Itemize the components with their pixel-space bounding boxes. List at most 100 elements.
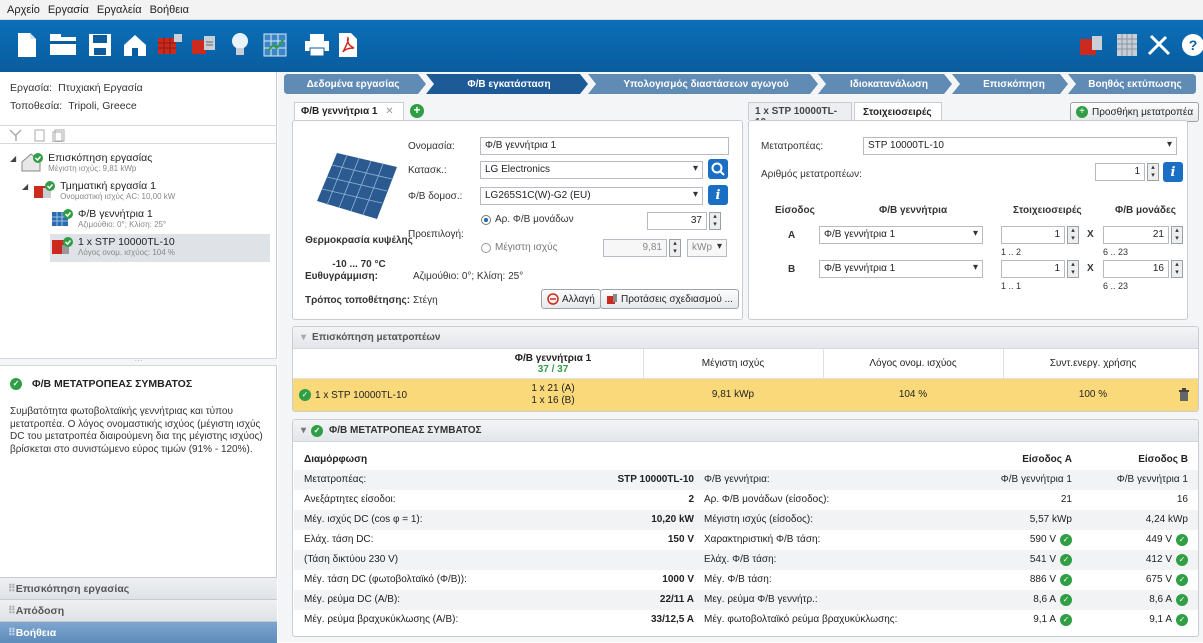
search-button[interactable] bbox=[708, 159, 728, 179]
inverter-select[interactable]: STP 10000TL-10 bbox=[863, 137, 1177, 155]
input-a-modules-stepper[interactable]: ▴ ▾ bbox=[1171, 226, 1183, 244]
sub-project-icon bbox=[34, 181, 56, 198]
inverter-overview-header[interactable]: ▾ Επισκόπηση μετατροπέων bbox=[293, 327, 1198, 349]
lightbulb-icon[interactable] bbox=[225, 30, 255, 60]
tab-cable-sizing[interactable]: Υπολογισμός διαστάσεων αγωγού bbox=[596, 75, 816, 93]
tools-icon[interactable] bbox=[1144, 30, 1174, 60]
grid-icon[interactable] bbox=[260, 30, 290, 60]
strings-tab[interactable]: Στοιχειοσειρές bbox=[854, 102, 942, 121]
pdf-icon[interactable] bbox=[333, 30, 363, 60]
input-b-strings-field[interactable]: 1 bbox=[1001, 260, 1065, 278]
pv-array-icon[interactable] bbox=[155, 30, 185, 60]
tree-item-inverter[interactable]: 1 x STP 10000TL-10 Λόγος ονομ. ισχύος: 10… bbox=[50, 234, 270, 262]
shop-icon[interactable] bbox=[1076, 30, 1106, 60]
alignment-label: Ευθυγράμμιση: bbox=[305, 271, 378, 282]
overview-col-power: Μέγιστη ισχύς bbox=[701, 358, 765, 369]
project-home-icon[interactable] bbox=[120, 30, 150, 60]
accordion-label: Απόδοση bbox=[15, 605, 65, 617]
add-pv-icon[interactable]: + bbox=[410, 104, 424, 118]
power-unit-select[interactable]: kWp bbox=[687, 239, 727, 257]
work-value: Πτυχιακή Εργασία bbox=[58, 82, 143, 94]
pv-generator-tab[interactable]: Φ/Β γεννήτρια 1 ✕ bbox=[294, 102, 404, 120]
calculator-icon[interactable] bbox=[1112, 30, 1142, 60]
tab-print-assistant[interactable]: Βοηθός εκτύπωσης bbox=[1076, 75, 1194, 93]
module-count-field[interactable]: 37 bbox=[647, 212, 707, 230]
menu-tools[interactable]: Εργαλεία bbox=[97, 4, 142, 16]
module-info-button[interactable]: i bbox=[708, 185, 728, 205]
tab-self-consumption[interactable]: Ιδιοκατανάλωση bbox=[826, 75, 952, 93]
collapse-icon[interactable]: ◢ bbox=[10, 154, 16, 163]
input-a-strings-stepper[interactable]: ▴ ▾ bbox=[1067, 226, 1079, 244]
accordion-label: Επισκόπηση εργασίας bbox=[15, 583, 130, 595]
details-label: Μέγ. ρεύμα DC (A/B): bbox=[304, 594, 401, 605]
menu-file[interactable]: Αρχείο bbox=[7, 4, 40, 16]
panel-splitter[interactable]: ··· bbox=[0, 357, 277, 366]
menu-help[interactable]: Βοήθεια bbox=[150, 4, 189, 16]
svg-text:?: ? bbox=[1189, 37, 1198, 53]
print-icon[interactable] bbox=[302, 30, 332, 60]
tree-item-project-overview[interactable]: ◢ Επισκόπηση εργασίας Μέγιστη ισχύς: 9,81… bbox=[10, 152, 152, 176]
tree-tools-icon[interactable] bbox=[9, 129, 69, 142]
input-b-strings-stepper[interactable]: ▴ ▾ bbox=[1067, 260, 1079, 278]
module-count-stepper[interactable]: ▴ ▾ bbox=[709, 212, 721, 230]
details-right-label: Αρ. Φ/Β μονάδων (είσοδος): bbox=[704, 494, 830, 505]
accordion-help[interactable]: ⠿Βοήθεια bbox=[0, 621, 277, 643]
details-row: Μέγ. ρεύμα βραχυκύκλωσης (A/B): 33/12,5 A… bbox=[294, 610, 1198, 630]
max-power-stepper[interactable]: ▴ ▾ bbox=[669, 239, 681, 257]
overview-inverter-row[interactable]: ✓ 1 x STP 10000TL-10 1 x 21 (A) 1 x 16 (B)… bbox=[293, 379, 1198, 411]
tab-project-data[interactable]: Δεδομένα εργασίας bbox=[288, 75, 418, 93]
add-inverter-button[interactable]: + Προσθήκη μετατροπέα bbox=[1070, 102, 1200, 122]
inverter-tab[interactable]: 1 x STP 10000TL-10 bbox=[748, 102, 852, 128]
input-b-modules-stepper[interactable]: ▴ ▾ bbox=[1171, 260, 1183, 278]
details-input-a-value: 541 V bbox=[1029, 554, 1056, 565]
compatibility-header[interactable]: ▾ ✓ Φ/Β ΜΕΤΑΤΡΟΠΕΑΣ ΣΥΜΒΑΤΟΣ bbox=[293, 420, 1198, 442]
new-file-icon[interactable] bbox=[12, 30, 42, 60]
tree-overview-sub: Μέγιστη ισχύς: 9,81 kWp bbox=[48, 164, 137, 173]
input-b-generator-select[interactable]: Φ/Β γεννήτρια 1 bbox=[819, 260, 983, 278]
close-icon[interactable]: ✕ bbox=[385, 106, 393, 117]
inverter-count-stepper[interactable]: ▴ ▾ bbox=[1147, 163, 1159, 181]
input-b-modules-field[interactable]: 16 bbox=[1103, 260, 1169, 278]
tree-inverter-sub: Λόγος ονομ. ισχύος: 104 % bbox=[78, 248, 175, 257]
design-suggestions-button[interactable]: Προτάσεις σχεδιασμού ... bbox=[600, 289, 739, 309]
accordion-yield[interactable]: ⠿Απόδοση bbox=[0, 599, 277, 621]
save-icon[interactable] bbox=[85, 30, 115, 60]
info-icon: i bbox=[1170, 164, 1176, 180]
trash-icon[interactable] bbox=[1179, 388, 1189, 401]
times-sign: X bbox=[1087, 229, 1094, 240]
cell-temp-range: -10 ... 70 °C bbox=[332, 259, 386, 270]
manufacturer-value: LG Electronics bbox=[485, 164, 551, 175]
tab-pv-installation[interactable]: Φ/Β εγκατάσταση bbox=[434, 75, 584, 93]
name-field[interactable]: Φ/Β γεννήτρια 1 bbox=[480, 137, 729, 155]
help-icon[interactable]: ? bbox=[1178, 30, 1203, 60]
inverter-icon[interactable] bbox=[188, 30, 218, 60]
open-folder-icon[interactable] bbox=[48, 30, 78, 60]
input-a-modules-field[interactable]: 21 bbox=[1103, 226, 1169, 244]
tree-item-pv-generator[interactable]: Φ/Β γεννήτρια 1 Αζιμούθιο: 0°; Κλίση: 25° bbox=[50, 208, 166, 232]
details-input-a-value: 21 bbox=[1060, 494, 1072, 505]
menu-project[interactable]: Εργασία bbox=[48, 4, 89, 16]
radio-module-count[interactable]: Αρ. Φ/Β μονάδων bbox=[481, 214, 574, 225]
manufacturer-select[interactable]: LG Electronics bbox=[480, 161, 703, 179]
details-input-b-value: 412 V bbox=[1145, 554, 1172, 565]
module-select[interactable]: LG265S1C(W)-G2 (EU) bbox=[480, 187, 703, 205]
accordion-project-overview[interactable]: ⠿Επισκόπηση εργασίας bbox=[0, 577, 277, 599]
change-button[interactable]: Αλλαγή bbox=[541, 289, 601, 309]
inverter-count-field[interactable]: 1 bbox=[1095, 163, 1145, 181]
collapse-icon[interactable]: ◢ bbox=[22, 182, 28, 191]
col-modules: Φ/Β μονάδες bbox=[1115, 205, 1176, 216]
overview-header-row: Φ/Β γεννήτρια 1 37 / 37 Μέγιστη ισχύς Λόγ… bbox=[293, 349, 1198, 379]
search-icon bbox=[711, 162, 725, 176]
max-power-field[interactable]: 9,81 bbox=[603, 239, 667, 257]
input-a-strings-field[interactable]: 1 bbox=[1001, 226, 1065, 244]
details-input-b-value: 16 bbox=[1176, 494, 1188, 505]
collapse-icon: ▾ bbox=[301, 425, 307, 436]
details-input-a-value: 886 V bbox=[1029, 574, 1056, 585]
input-a-generator-select[interactable]: Φ/Β γεννήτρια 1 bbox=[819, 226, 983, 244]
radio-max-power[interactable]: Μέγιστη ισχύς bbox=[481, 242, 557, 253]
tab-overview[interactable]: Επισκόπηση bbox=[960, 75, 1068, 93]
inverter-icon bbox=[52, 237, 73, 254]
inverter-info-button[interactable]: i bbox=[1163, 162, 1183, 182]
check-icon: ✓ bbox=[1060, 554, 1072, 566]
tree-item-sub-project[interactable]: ◢ Τμηματική εργασία 1 Ονομαστική ισχύς AC… bbox=[22, 180, 175, 204]
